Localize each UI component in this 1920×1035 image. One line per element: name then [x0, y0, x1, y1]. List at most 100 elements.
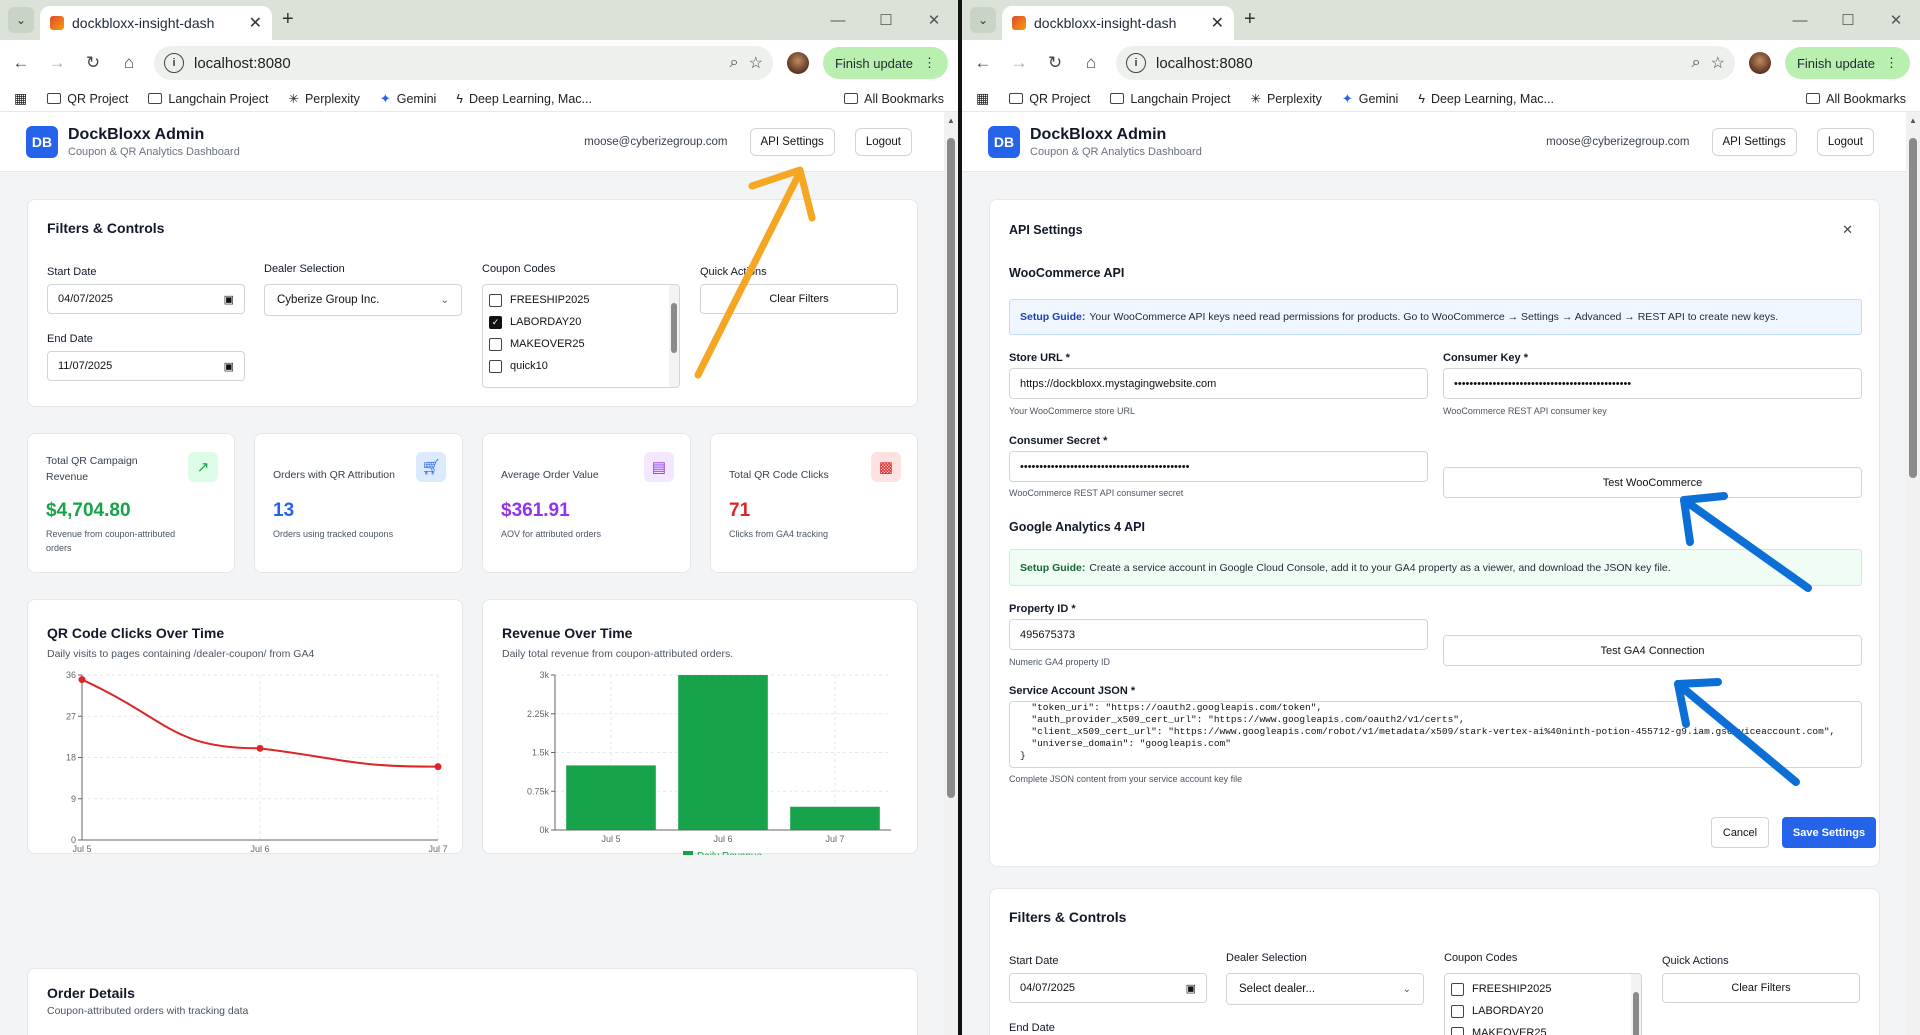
- bookmark-perplexity[interactable]: ✳ Perplexity: [288, 91, 359, 107]
- back-icon[interactable]: ←: [10, 52, 32, 74]
- finish-update-button[interactable]: Finish update ⋮: [1784, 47, 1910, 79]
- scroll-up-icon[interactable]: ▲: [947, 116, 955, 125]
- coupon-option[interactable]: MAKEOVER25: [483, 333, 679, 355]
- bookmark-deep-learning[interactable]: ϟ Deep Learning, Mac...: [1418, 92, 1554, 106]
- bookmark-qr-project[interactable]: QR Project: [1009, 92, 1090, 106]
- calendar-icon[interactable]: ▣: [224, 360, 234, 373]
- close-tab-icon[interactable]: ✕: [1211, 13, 1224, 33]
- forward-icon[interactable]: →: [1008, 52, 1030, 74]
- bookmark-deep-learning[interactable]: ϟ Deep Learning, Mac...: [456, 92, 592, 106]
- tab-search-button[interactable]: ⌄: [970, 7, 996, 33]
- clear-filters-button[interactable]: Clear Filters: [700, 284, 898, 314]
- coupon-option[interactable]: ✓ LABORDAY20: [483, 311, 679, 333]
- coupon-option[interactable]: FREESHIP2025: [1445, 978, 1641, 1000]
- checkbox-checked[interactable]: ✓: [489, 315, 502, 329]
- back-icon[interactable]: ←: [972, 52, 994, 74]
- reload-icon[interactable]: ↻: [82, 52, 104, 74]
- browser-tab[interactable]: dockbloxx-insight-dash ✕: [40, 6, 272, 40]
- forward-icon[interactable]: →: [46, 52, 68, 74]
- browser-tab[interactable]: dockbloxx-insight-dash ✕: [1002, 6, 1234, 40]
- home-icon[interactable]: ⌂: [1080, 52, 1102, 74]
- address-bar[interactable]: i localhost:8080 ⌕ ☆: [154, 46, 773, 80]
- test-woocommerce-button[interactable]: Test WooCommerce: [1443, 467, 1862, 498]
- bookmark-langchain-project[interactable]: Langchain Project: [1110, 92, 1230, 106]
- minimize-icon[interactable]: —: [1776, 0, 1824, 40]
- start-date-input[interactable]: 04/07/2025 ▣: [1009, 973, 1207, 1003]
- clear-filters-button[interactable]: Clear Filters: [1662, 973, 1860, 1003]
- address-bar[interactable]: i localhost:8080 ⌕ ☆: [1116, 46, 1735, 80]
- apps-grid-icon[interactable]: ▦: [14, 90, 27, 107]
- zoom-icon[interactable]: ⌕: [1692, 54, 1701, 72]
- api-settings-button[interactable]: API Settings: [1711, 127, 1797, 156]
- zoom-icon[interactable]: ⌕: [730, 54, 739, 72]
- calendar-icon[interactable]: ▣: [1186, 982, 1196, 995]
- bookmark-qr-project[interactable]: QR Project: [47, 92, 128, 106]
- checkbox[interactable]: [1451, 982, 1464, 996]
- site-info-icon[interactable]: i: [1126, 53, 1146, 73]
- close-window-icon[interactable]: ✕: [1872, 0, 1920, 40]
- checkbox[interactable]: [489, 337, 502, 351]
- page-scrollbar[interactable]: ▲: [1906, 112, 1920, 1035]
- scrollbar-thumb[interactable]: [947, 138, 955, 798]
- checkbox[interactable]: [1451, 1004, 1464, 1018]
- all-bookmarks[interactable]: All Bookmarks: [844, 92, 944, 106]
- start-date-input[interactable]: 04/07/2025 ▣: [47, 284, 245, 314]
- cancel-button[interactable]: Cancel: [1711, 817, 1769, 848]
- consumer-key-input[interactable]: ••••••••••••••••••••••••••••••••••••••••…: [1443, 368, 1862, 399]
- apps-grid-icon[interactable]: ▦: [976, 90, 989, 107]
- save-settings-button[interactable]: Save Settings: [1782, 817, 1876, 848]
- logout-button[interactable]: Logout: [854, 127, 912, 156]
- maximize-icon[interactable]: ☐: [862, 0, 910, 40]
- new-tab-icon[interactable]: +: [282, 8, 294, 31]
- bookmark-perplexity[interactable]: ✳ Perplexity: [1250, 91, 1321, 107]
- store-url-input[interactable]: https://dockbloxx.mystagingwebsite.com: [1009, 368, 1428, 399]
- api-settings-button[interactable]: API Settings: [749, 127, 835, 156]
- profile-avatar[interactable]: [786, 52, 809, 74]
- y-tick-label: 1.5k: [532, 748, 550, 758]
- profile-avatar[interactable]: [1748, 52, 1771, 74]
- kpi-title: Total QR Code Clicks: [729, 469, 829, 481]
- coupon-list[interactable]: FREESHIP2025 ✓ LABORDAY20 MAKEOVER25 quic…: [482, 284, 680, 388]
- bookmark-star-icon[interactable]: ☆: [1711, 53, 1725, 73]
- bookmark-gemini[interactable]: ✦ Gemini: [380, 91, 437, 107]
- checkbox[interactable]: [1451, 1026, 1464, 1035]
- property-id-input[interactable]: 495675373: [1009, 619, 1428, 650]
- coupon-list-scrollbar[interactable]: [1631, 974, 1641, 1035]
- close-tab-icon[interactable]: ✕: [249, 13, 262, 33]
- dealer-select[interactable]: Select dealer... ⌄: [1226, 973, 1424, 1005]
- end-date-input[interactable]: 11/07/2025 ▣: [47, 351, 245, 381]
- home-icon[interactable]: ⌂: [118, 52, 140, 74]
- bookmark-langchain-project[interactable]: Langchain Project: [148, 92, 268, 106]
- consumer-secret-input[interactable]: ••••••••••••••••••••••••••••••••••••••••…: [1009, 451, 1428, 482]
- coupon-option[interactable]: FREESHIP2025: [483, 289, 679, 311]
- coupon-option[interactable]: LABORDAY20: [1445, 1000, 1641, 1022]
- page-scrollbar[interactable]: ▲: [944, 112, 958, 1035]
- coupon-option[interactable]: MAKEOVER25: [1445, 1022, 1641, 1035]
- site-info-icon[interactable]: i: [164, 53, 184, 73]
- scroll-up-icon[interactable]: ▲: [1909, 116, 1917, 125]
- close-icon[interactable]: ✕: [1842, 222, 1853, 238]
- scrollbar-thumb[interactable]: [1909, 138, 1917, 478]
- coupon-list[interactable]: FREESHIP2025 LABORDAY20 MAKEOVER25: [1444, 973, 1642, 1035]
- reload-icon[interactable]: ↻: [1044, 52, 1066, 74]
- finish-update-button[interactable]: Finish update ⋮: [822, 47, 948, 79]
- test-ga4-button[interactable]: Test GA4 Connection: [1443, 635, 1862, 666]
- kpi-desc: Clicks from GA4 tracking: [729, 529, 829, 539]
- checkbox[interactable]: [489, 293, 502, 307]
- calendar-icon[interactable]: ▣: [224, 293, 234, 306]
- coupon-option[interactable]: quick10: [483, 355, 679, 377]
- checkbox[interactable]: [489, 359, 502, 373]
- all-bookmarks[interactable]: All Bookmarks: [1806, 92, 1906, 106]
- new-tab-icon[interactable]: +: [1244, 8, 1256, 31]
- tab-search-button[interactable]: ⌄: [8, 7, 34, 33]
- close-window-icon[interactable]: ✕: [910, 0, 958, 40]
- dealer-select[interactable]: Cyberize Group Inc. ⌄: [264, 284, 462, 316]
- minimize-icon[interactable]: —: [814, 0, 862, 40]
- start-date-label: Start Date: [1009, 955, 1059, 967]
- logout-button[interactable]: Logout: [1816, 127, 1874, 156]
- bookmark-star-icon[interactable]: ☆: [749, 53, 763, 73]
- bookmark-gemini[interactable]: ✦ Gemini: [1342, 91, 1399, 107]
- coupon-list-scrollbar[interactable]: [669, 285, 679, 387]
- maximize-icon[interactable]: ☐: [1824, 0, 1872, 40]
- service-account-textarea[interactable]: "token_uri": "https://oauth2.googleapis.…: [1009, 701, 1862, 768]
